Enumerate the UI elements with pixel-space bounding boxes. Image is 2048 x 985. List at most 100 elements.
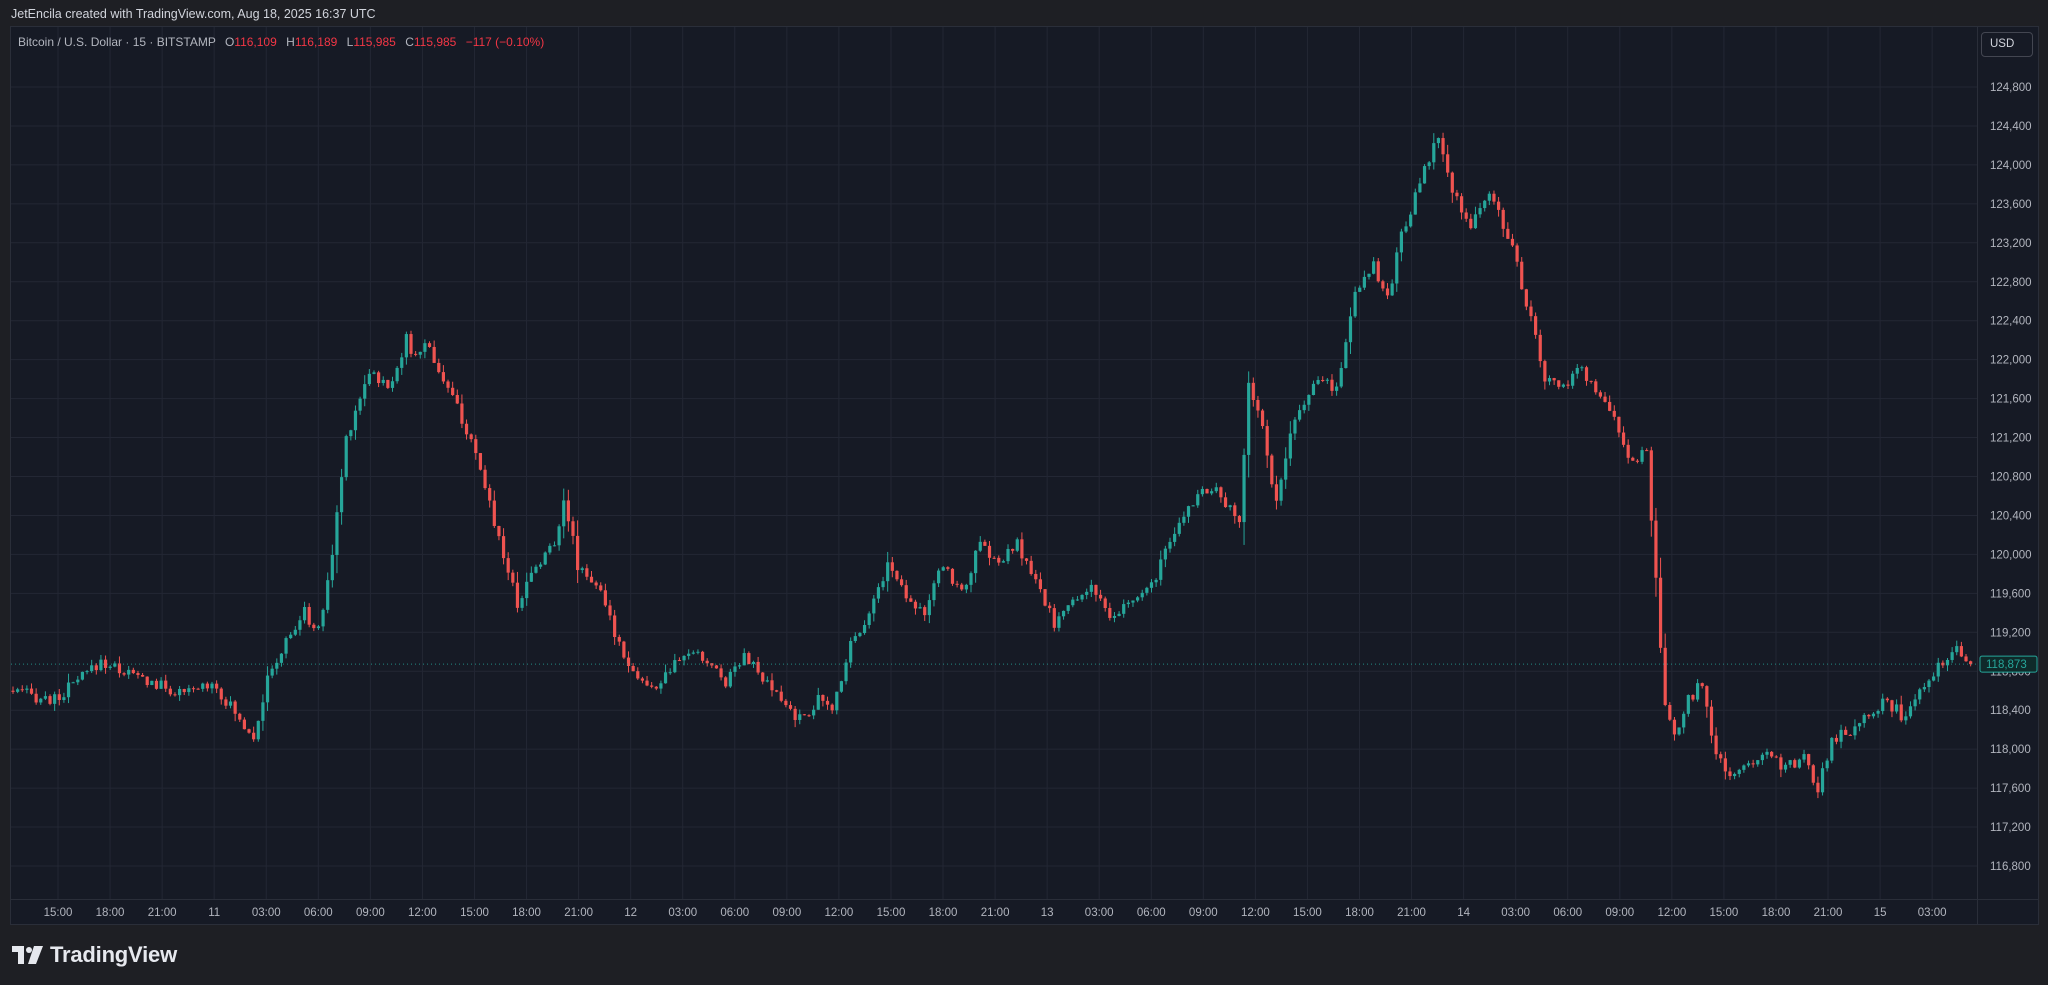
candle[interactable] (1358, 285, 1362, 293)
candle[interactable] (756, 656, 760, 675)
candle[interactable] (1057, 612, 1061, 632)
candle[interactable] (937, 568, 941, 588)
candle[interactable] (1584, 365, 1589, 386)
candle[interactable] (1663, 633, 1667, 707)
candle[interactable] (1436, 137, 1441, 149)
candle[interactable] (1432, 133, 1436, 170)
candle[interactable] (1520, 257, 1524, 290)
candle[interactable] (1071, 596, 1075, 608)
candle[interactable] (1237, 514, 1242, 528)
candle[interactable] (1418, 177, 1422, 193)
candle[interactable] (691, 650, 695, 655)
candle[interactable] (1089, 579, 1093, 598)
candle[interactable] (844, 659, 848, 685)
candle[interactable] (76, 675, 80, 686)
candle[interactable] (1788, 759, 1792, 768)
candle[interactable] (1575, 364, 1579, 379)
candle[interactable] (136, 670, 140, 679)
candle[interactable] (1455, 189, 1459, 201)
candle[interactable] (1547, 375, 1552, 386)
candlestick-series[interactable] (11, 132, 1973, 799)
candle[interactable] (520, 595, 524, 611)
candle[interactable] (34, 688, 38, 705)
candle[interactable] (589, 571, 594, 583)
candle[interactable] (700, 650, 705, 664)
candle[interactable] (1645, 448, 1649, 452)
candle[interactable] (1589, 380, 1593, 384)
candle[interactable] (1210, 488, 1214, 496)
candle[interactable] (464, 419, 469, 440)
candle[interactable] (997, 555, 1001, 566)
candle[interactable] (1857, 722, 1862, 732)
candle[interactable] (1459, 193, 1464, 220)
candle[interactable] (1464, 208, 1468, 222)
candle[interactable] (1441, 132, 1445, 162)
candle[interactable] (1367, 273, 1371, 280)
candle[interactable] (1538, 329, 1542, 368)
candle[interactable] (326, 572, 330, 614)
candle[interactable] (1108, 602, 1112, 621)
candle[interactable] (1904, 711, 1908, 725)
candle[interactable] (1395, 247, 1399, 292)
candle[interactable] (978, 536, 982, 553)
candle[interactable] (53, 691, 57, 711)
candle[interactable] (256, 720, 260, 742)
candle[interactable] (788, 701, 793, 711)
candle[interactable] (1483, 199, 1487, 212)
candle[interactable] (1173, 527, 1177, 547)
candle[interactable] (501, 528, 506, 565)
candle[interactable] (150, 680, 154, 686)
candle[interactable] (987, 540, 992, 566)
candle[interactable] (1149, 579, 1154, 593)
candle[interactable] (173, 692, 177, 697)
candle[interactable] (1251, 377, 1255, 407)
candle[interactable] (210, 681, 214, 694)
candle[interactable] (918, 602, 922, 609)
candle[interactable] (127, 665, 131, 679)
candle[interactable] (437, 358, 441, 374)
candle[interactable] (1922, 682, 1926, 692)
candle[interactable] (1075, 596, 1080, 601)
candle[interactable] (1700, 682, 1704, 689)
candle[interactable] (1362, 270, 1366, 291)
candle[interactable] (1094, 584, 1098, 602)
candle[interactable] (839, 680, 844, 693)
candle[interactable] (1654, 507, 1658, 597)
candle[interactable] (913, 599, 918, 615)
candle[interactable] (353, 405, 358, 440)
candle[interactable] (1672, 717, 1677, 741)
candle[interactable] (182, 688, 186, 696)
candle[interactable] (215, 680, 219, 694)
candle[interactable] (62, 692, 66, 703)
candle[interactable] (974, 550, 978, 583)
candle[interactable] (1543, 359, 1547, 390)
candle[interactable] (178, 686, 182, 701)
candle[interactable] (1450, 171, 1454, 203)
candle[interactable] (899, 575, 904, 587)
candle[interactable] (1770, 750, 1774, 759)
candle[interactable] (566, 489, 570, 532)
candle[interactable] (1422, 164, 1427, 184)
candle[interactable] (529, 566, 533, 583)
candle[interactable] (1316, 376, 1320, 386)
candle[interactable] (1284, 447, 1288, 489)
candle[interactable] (525, 572, 529, 606)
candle[interactable] (1385, 283, 1390, 300)
candle[interactable] (196, 687, 200, 690)
candle[interactable] (1006, 544, 1010, 565)
candle[interactable] (775, 689, 779, 693)
candle[interactable] (506, 552, 510, 581)
candle[interactable] (154, 678, 159, 690)
candle[interactable] (714, 664, 719, 669)
candle[interactable] (71, 681, 75, 684)
candle[interactable] (1631, 456, 1635, 461)
candle[interactable] (488, 484, 492, 508)
candle[interactable] (446, 379, 450, 393)
candle[interactable] (816, 687, 820, 710)
candle[interactable] (293, 625, 297, 637)
candle[interactable] (1066, 605, 1070, 615)
candle[interactable] (131, 667, 135, 675)
candle[interactable] (1621, 426, 1626, 448)
candle[interactable] (654, 685, 658, 691)
candle[interactable] (557, 524, 561, 551)
